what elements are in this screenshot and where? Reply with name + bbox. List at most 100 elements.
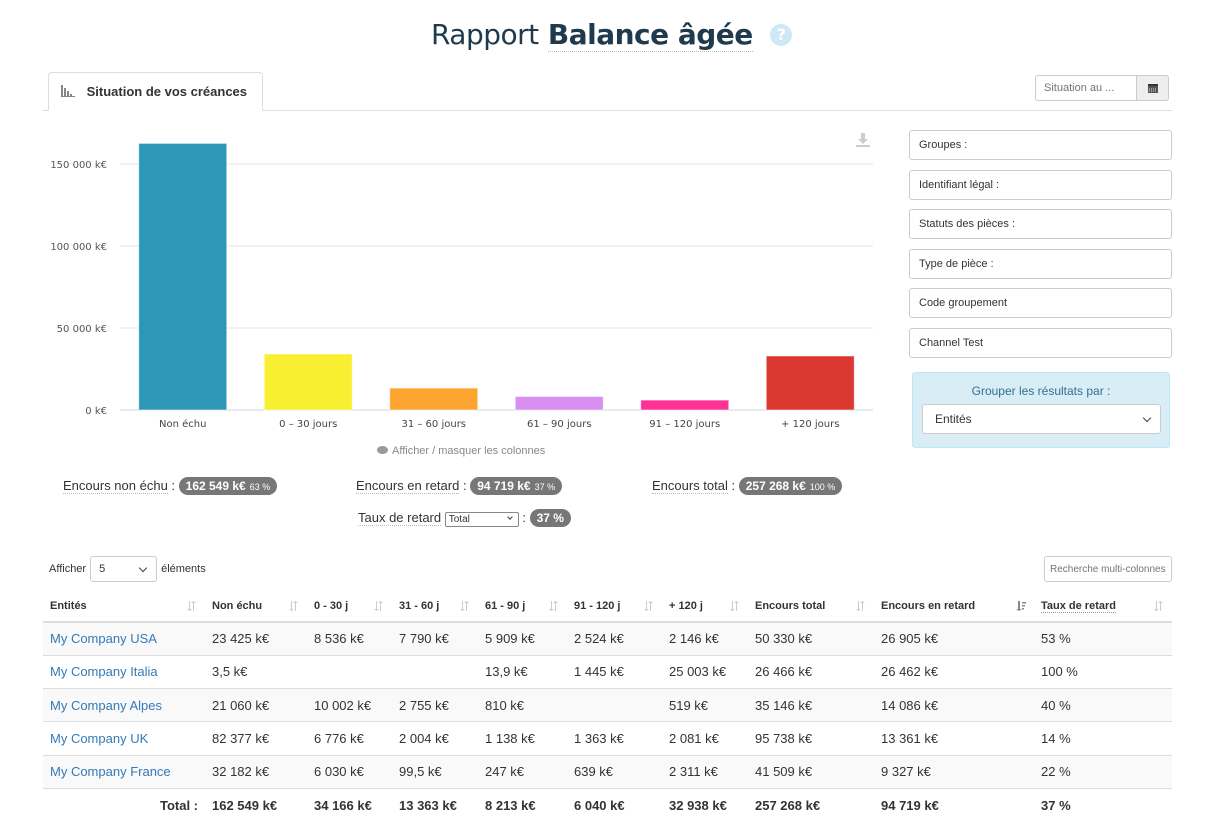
value-cell: 13,9 k€ (478, 654, 567, 689)
page-length-select[interactable]: 5 (90, 556, 158, 582)
group-by-panel: Grouper les résultats par : Entités (912, 372, 1170, 448)
bar-2[interactable] (389, 387, 479, 411)
sort-icon[interactable] (549, 601, 559, 611)
sort-desc-icon[interactable] (1016, 601, 1026, 611)
column-header[interactable]: Taux de retard (1034, 590, 1172, 623)
value-cell: 1 445 k€ (567, 654, 662, 689)
column-header[interactable]: 61 - 90 j (478, 590, 567, 623)
toggle-columns-link[interactable]: Afficher / masquer les colonnes (377, 445, 545, 457)
column-header-label: 31 - 60 j (399, 599, 440, 612)
value-cell: 26 466 k€ (748, 654, 874, 689)
value-cell: 14 % (1034, 721, 1172, 756)
filter-identifiant-legal[interactable]: Identifiant légal : (909, 169, 1172, 200)
aging-balance-table: Entités Non échu 0 - 30 j 31 - 60 j 61 - 90 … (43, 590, 1172, 822)
value-cell: 2 146 k€ (662, 621, 748, 656)
sort-icon[interactable] (644, 601, 654, 611)
page-title: Rapport Balance âgée ? (0, 18, 1223, 52)
page-title-report: Balance âgée (547, 18, 753, 52)
value-cell: 2 755 k€ (392, 688, 478, 722)
value-cell: 6 776 k€ (307, 721, 392, 756)
column-header[interactable]: 0 - 30 j (307, 590, 392, 623)
situation-date-input[interactable] (1035, 75, 1137, 101)
bar-5[interactable] (765, 355, 855, 411)
value-cell: 50 330 k€ (748, 621, 874, 656)
column-header-label: Encours total (755, 599, 826, 612)
summary-non-echu: Encours non échu : 162 549 k€ 63 % (63, 477, 278, 495)
value-cell: 53 % (1034, 621, 1172, 656)
filter-type-piece[interactable]: Type de pièce : (909, 248, 1172, 279)
value-cell: 810 k€ (478, 688, 567, 722)
entity-link[interactable]: My Company Italia (50, 664, 158, 679)
value-cell: 2 311 k€ (662, 754, 748, 789)
bar-3[interactable] (514, 396, 604, 411)
date-filter (1035, 75, 1169, 101)
eye-icon (377, 446, 388, 454)
entity-cell: My Company UK (43, 721, 205, 756)
sort-icon[interactable] (187, 601, 197, 611)
entity-link[interactable]: My Company UK (50, 731, 148, 746)
y-tick-label: 150 000 k€ (50, 160, 107, 171)
column-header[interactable]: Encours en retard (874, 590, 1034, 623)
tab-situation-creances[interactable]: Situation de vos créances (48, 72, 263, 111)
value-cell: 5 909 k€ (478, 621, 567, 656)
x-tick-label: 61 – 90 jours (527, 419, 592, 430)
x-tick-label: Non échu (159, 418, 206, 430)
column-header-label: Non échu (212, 599, 263, 612)
total-cell: 13 363 k€ (392, 787, 478, 822)
column-header[interactable]: 31 - 60 j (392, 590, 478, 623)
value-cell (307, 654, 392, 689)
sort-icon[interactable] (730, 601, 740, 611)
tab-bar: Situation de vos créances (43, 72, 1172, 111)
sort-icon[interactable] (856, 601, 866, 611)
entity-link[interactable]: My Company France (50, 764, 171, 779)
column-header[interactable]: Encours total (748, 590, 874, 623)
sort-icon[interactable] (1154, 601, 1164, 611)
summary-badge: 162 549 k€ 63 % (178, 477, 278, 495)
column-header[interactable]: Non échu (205, 590, 307, 623)
value-cell: 2 524 k€ (567, 621, 662, 656)
sort-icon[interactable] (460, 601, 470, 611)
sort-icon[interactable] (374, 601, 384, 611)
taux-retard-select[interactable]: Total (444, 512, 519, 527)
column-header[interactable]: + 120 j (662, 590, 748, 623)
filter-code-groupement[interactable]: Code groupement (909, 288, 1172, 318)
filter-channel-test[interactable]: Channel Test (909, 327, 1172, 358)
entity-link[interactable]: My Company USA (50, 631, 157, 646)
bar-chart-icon (61, 85, 75, 97)
bar-0[interactable] (138, 142, 228, 411)
value-cell: 41 509 k€ (748, 754, 874, 789)
summary-label: Encours non échu (63, 478, 168, 494)
group-by-select[interactable]: Entités (922, 404, 1161, 434)
question-circle-icon[interactable]: ? (770, 24, 793, 46)
x-tick-label: + 120 jours (781, 419, 839, 430)
entity-cell: My Company Italia (43, 654, 205, 689)
calendar-button[interactable] (1137, 75, 1169, 101)
entity-link[interactable]: My Company Alpes (50, 698, 162, 713)
value-cell (392, 654, 478, 689)
filter-groupes[interactable]: Groupes : (909, 130, 1172, 160)
value-cell: 21 060 k€ (205, 688, 307, 722)
y-tick-label: 100 000 k€ (50, 242, 107, 253)
column-header-label: Entités (50, 599, 87, 612)
value-cell: 6 030 k€ (307, 754, 392, 789)
entity-cell: My Company Alpes (43, 688, 205, 722)
value-cell (567, 688, 662, 722)
summary-badge: 257 268 k€ 100 % (738, 477, 843, 495)
chevron-down-icon (506, 514, 513, 520)
page-title-prefix: Rapport (430, 18, 539, 51)
total-cell: 37 % (1034, 787, 1172, 822)
chevron-down-icon (138, 563, 148, 573)
total-cell: 34 166 k€ (307, 787, 392, 822)
column-header[interactable]: Entités (43, 590, 205, 623)
bar-4[interactable] (640, 399, 730, 411)
chevron-down-icon (1142, 413, 1152, 423)
multi-column-search-input[interactable] (1044, 556, 1172, 582)
column-header[interactable]: 91 - 120 j (567, 590, 662, 623)
sort-icon[interactable] (289, 601, 299, 611)
filter-statuts-pieces[interactable]: Statuts des pièces : (909, 209, 1172, 239)
group-by-value: Entités (935, 412, 972, 426)
value-cell: 26 905 k€ (874, 621, 1034, 656)
filters-panel: Groupes : Identifiant légal : Statuts de… (909, 130, 1172, 367)
bar-1[interactable] (263, 353, 353, 411)
table-row: My Company France 32 182 k€ 6 030 k€ 99,5 k… (43, 754, 1172, 789)
